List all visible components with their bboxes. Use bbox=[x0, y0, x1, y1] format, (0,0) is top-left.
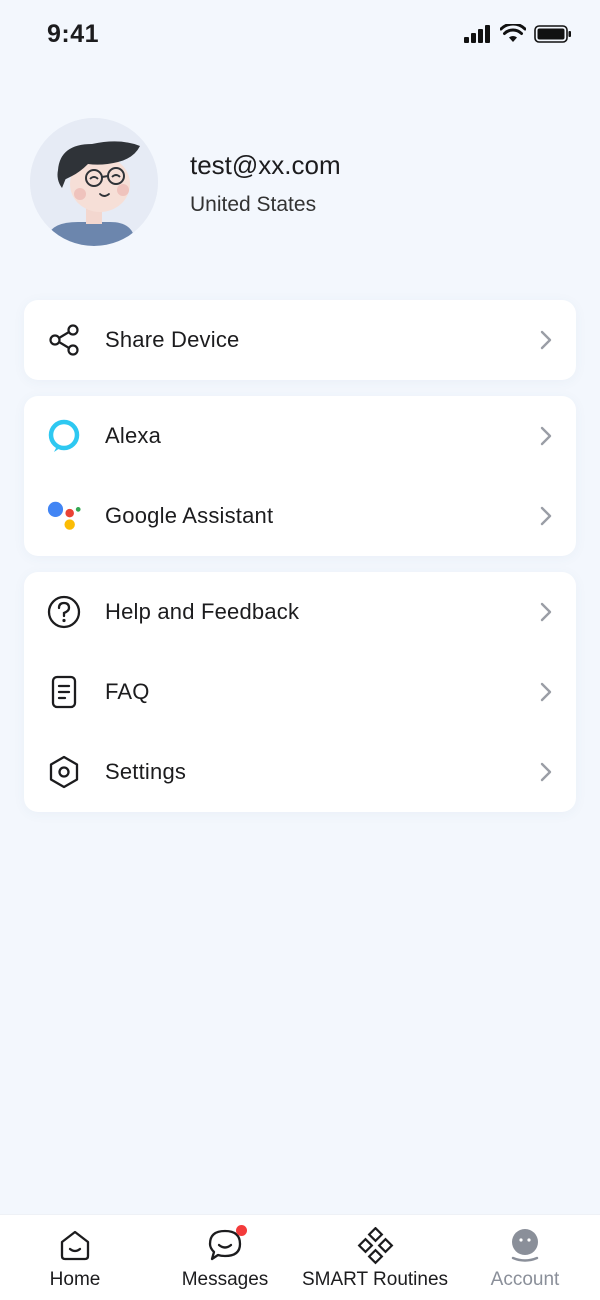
tab-home[interactable]: Home bbox=[0, 1215, 150, 1300]
row-label: Share Device bbox=[105, 327, 240, 352]
row-faq[interactable]: FAQ bbox=[24, 652, 576, 732]
faq-icon bbox=[46, 674, 82, 710]
row-label: Alexa bbox=[105, 423, 162, 448]
tab-label: SMART Routines bbox=[301, 1269, 449, 1290]
chevron-right-icon bbox=[540, 682, 552, 702]
tab-account[interactable]: Account bbox=[450, 1215, 600, 1300]
messages-icon bbox=[207, 1225, 247, 1263]
routines-icon bbox=[357, 1226, 394, 1265]
tab-bar: Home Messages SMART Routines Account bbox=[0, 1214, 600, 1300]
row-label: FAQ bbox=[105, 679, 150, 704]
tab-label: Messages bbox=[181, 1269, 269, 1290]
tab-messages[interactable]: Messages bbox=[150, 1215, 300, 1300]
notification-badge bbox=[236, 1225, 247, 1236]
chevron-right-icon bbox=[540, 330, 552, 350]
battery-icon bbox=[534, 24, 571, 43]
status-bar: 9:41 bbox=[0, 0, 600, 70]
settings-icon bbox=[46, 754, 82, 790]
card-voice-assistants: Alexa Google Assistant bbox=[24, 396, 576, 556]
status-icons bbox=[464, 24, 572, 43]
row-label: Settings bbox=[105, 759, 187, 784]
chevron-right-icon bbox=[540, 602, 552, 622]
row-google-assistant[interactable]: Google Assistant bbox=[24, 476, 576, 556]
card-sharing: Share Device bbox=[24, 300, 576, 380]
help-icon bbox=[46, 594, 82, 630]
tab-label: Home bbox=[49, 1269, 101, 1290]
account-icon bbox=[507, 1227, 543, 1263]
card-support: Help and Feedback FAQ Settings bbox=[24, 572, 576, 812]
alexa-icon bbox=[46, 418, 82, 454]
row-help-feedback[interactable]: Help and Feedback bbox=[24, 572, 576, 652]
row-settings[interactable]: Settings bbox=[24, 732, 576, 812]
profile-email: test@xx.com bbox=[190, 150, 341, 180]
row-share-device[interactable]: Share Device bbox=[24, 300, 576, 380]
chevron-right-icon bbox=[540, 762, 552, 782]
wifi-icon bbox=[500, 24, 526, 42]
chevron-right-icon bbox=[540, 426, 552, 446]
home-icon bbox=[57, 1227, 93, 1263]
share-icon bbox=[46, 322, 82, 358]
row-label: Help and Feedback bbox=[105, 599, 300, 624]
row-label: Google Assistant bbox=[105, 503, 274, 528]
profile-country: United States bbox=[190, 193, 317, 216]
profile-header[interactable]: test@xx.com United States bbox=[28, 118, 572, 248]
row-alexa[interactable]: Alexa bbox=[24, 396, 576, 476]
status-time: 9:41 bbox=[47, 20, 100, 48]
google-assistant-icon bbox=[46, 498, 82, 534]
tab-label: Account bbox=[490, 1269, 560, 1290]
tab-smart-routines[interactable]: SMART Routines bbox=[300, 1215, 450, 1300]
avatar-illustration-icon bbox=[30, 118, 158, 246]
avatar[interactable] bbox=[30, 118, 158, 246]
cellular-signal-icon bbox=[464, 24, 490, 43]
chevron-right-icon bbox=[540, 506, 552, 526]
